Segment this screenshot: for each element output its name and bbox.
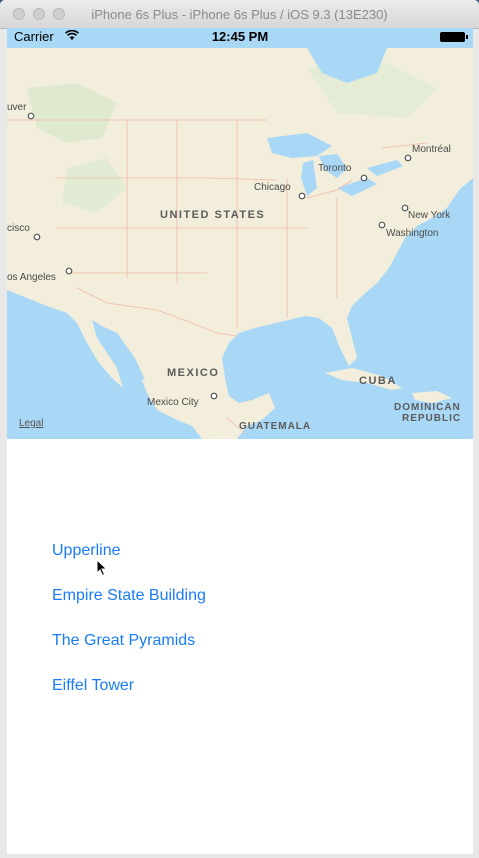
city-label-vancouver: uver [7,102,27,113]
city-label-chicago: Chicago [254,182,291,193]
city-label-los-angeles: os Angeles [7,272,56,283]
country-label-united-states: UNITED STATES [160,209,266,221]
status-time: 12:45 PM [211,29,269,44]
mouse-pointer-icon [96,559,108,577]
city-label-washington: Washington [386,228,439,239]
title-bar: iPhone 6s Plus - iPhone 6s Plus / iOS 9.… [0,0,479,29]
link-eiffel-tower[interactable]: Eiffel Tower [52,677,134,695]
link-great-pyramids[interactable]: The Great Pyramids [52,632,195,650]
window-title: iPhone 6s Plus - iPhone 6s Plus / iOS 9.… [91,7,388,22]
city-label-san-francisco: cisco [7,223,30,234]
legal-link[interactable]: Legal [19,418,43,429]
city-label-mexico-city: Mexico City [147,397,199,408]
city-label-toronto: Toronto [318,163,352,174]
link-empire-state-building[interactable]: Empire State Building [52,587,206,605]
city-label-new-york: New York [408,210,451,221]
status-bar: Carrier 12:45 PM [7,28,473,48]
country-label-cuba: CUBA [359,375,397,387]
city-label-montreal: Montréal [412,144,451,155]
country-label-guatemala: GUATEMALA [239,421,312,432]
country-label-dominican: DOMINICAN [394,402,461,413]
map-view[interactable]: uver Montréal Chicago Toronto New York W… [7,28,473,439]
battery-icon [440,32,468,42]
device-screen: Carrier 12:45 PM uver Montréal Chicago T… [7,28,473,854]
country-label-republic: REPUBLIC [402,413,462,424]
country-label-mexico: MEXICO [167,367,220,379]
simulator-window: iPhone 6s Plus - iPhone 6s Plus / iOS 9.… [0,0,479,858]
link-upperline[interactable]: Upperline [52,542,120,560]
